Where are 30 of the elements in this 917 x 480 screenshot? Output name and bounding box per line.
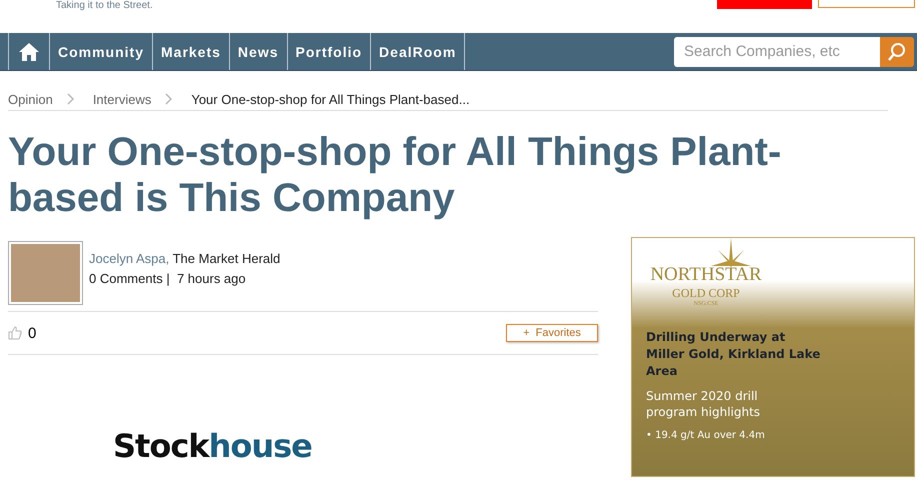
- nav-tab[interactable]: DealRoom: [371, 33, 466, 70]
- nav-tab[interactable]: Community: [50, 33, 153, 70]
- like-count: 0: [28, 324, 38, 342]
- site-logo: Stockhouse: [113, 427, 313, 465]
- favorites-button[interactable]: + Favorites: [506, 324, 598, 342]
- search-button[interactable]: [880, 36, 914, 66]
- nav-tab[interactable]: Markets: [153, 33, 230, 70]
- thumbs-up-icon[interactable]: [8, 326, 22, 340]
- chevron-icon: [66, 93, 75, 105]
- article-title: Your One-stop-shop for All Things Plant-based is This Company: [8, 129, 782, 221]
- comments-link[interactable]: 0 Comments: [89, 271, 163, 286]
- ad-subheading: Summer 2020 drill program highlights: [646, 388, 762, 420]
- ad-brand-subtitle: GOLD CORP: [671, 286, 741, 301]
- search-field[interactable]: Search Companies, etc: [674, 36, 880, 66]
- chevron-icon: [165, 93, 174, 105]
- separator: |: [166, 271, 170, 286]
- search-icon: [887, 42, 907, 62]
- nav-tab[interactable]: Portfolio: [288, 33, 372, 70]
- nav-tab[interactable]: News: [230, 33, 288, 70]
- publisher-name: The Market Herald: [172, 251, 280, 266]
- time-ago: 7 hours ago: [176, 271, 246, 286]
- ad-bullet: • 19.4 g/t Au over 4.4m: [646, 430, 766, 441]
- ad-brand: NORTHSTAR: [649, 264, 763, 286]
- breadcrumb-link[interactable]: Opinion: [8, 92, 53, 106]
- site-tagline: Taking it to the Street.: [56, 0, 153, 12]
- home-icon[interactable]: [18, 42, 40, 62]
- breadcrumb-current: Your One-stop-shop for All Things Plant-based...: [191, 92, 470, 106]
- ad-headline: Drilling Underway at Miller Gold, Kirkland Lake Area: [646, 329, 822, 380]
- author-link[interactable]: Jocelyn Aspa,: [89, 251, 170, 266]
- breadcrumb-link[interactable]: Interviews: [92, 92, 152, 106]
